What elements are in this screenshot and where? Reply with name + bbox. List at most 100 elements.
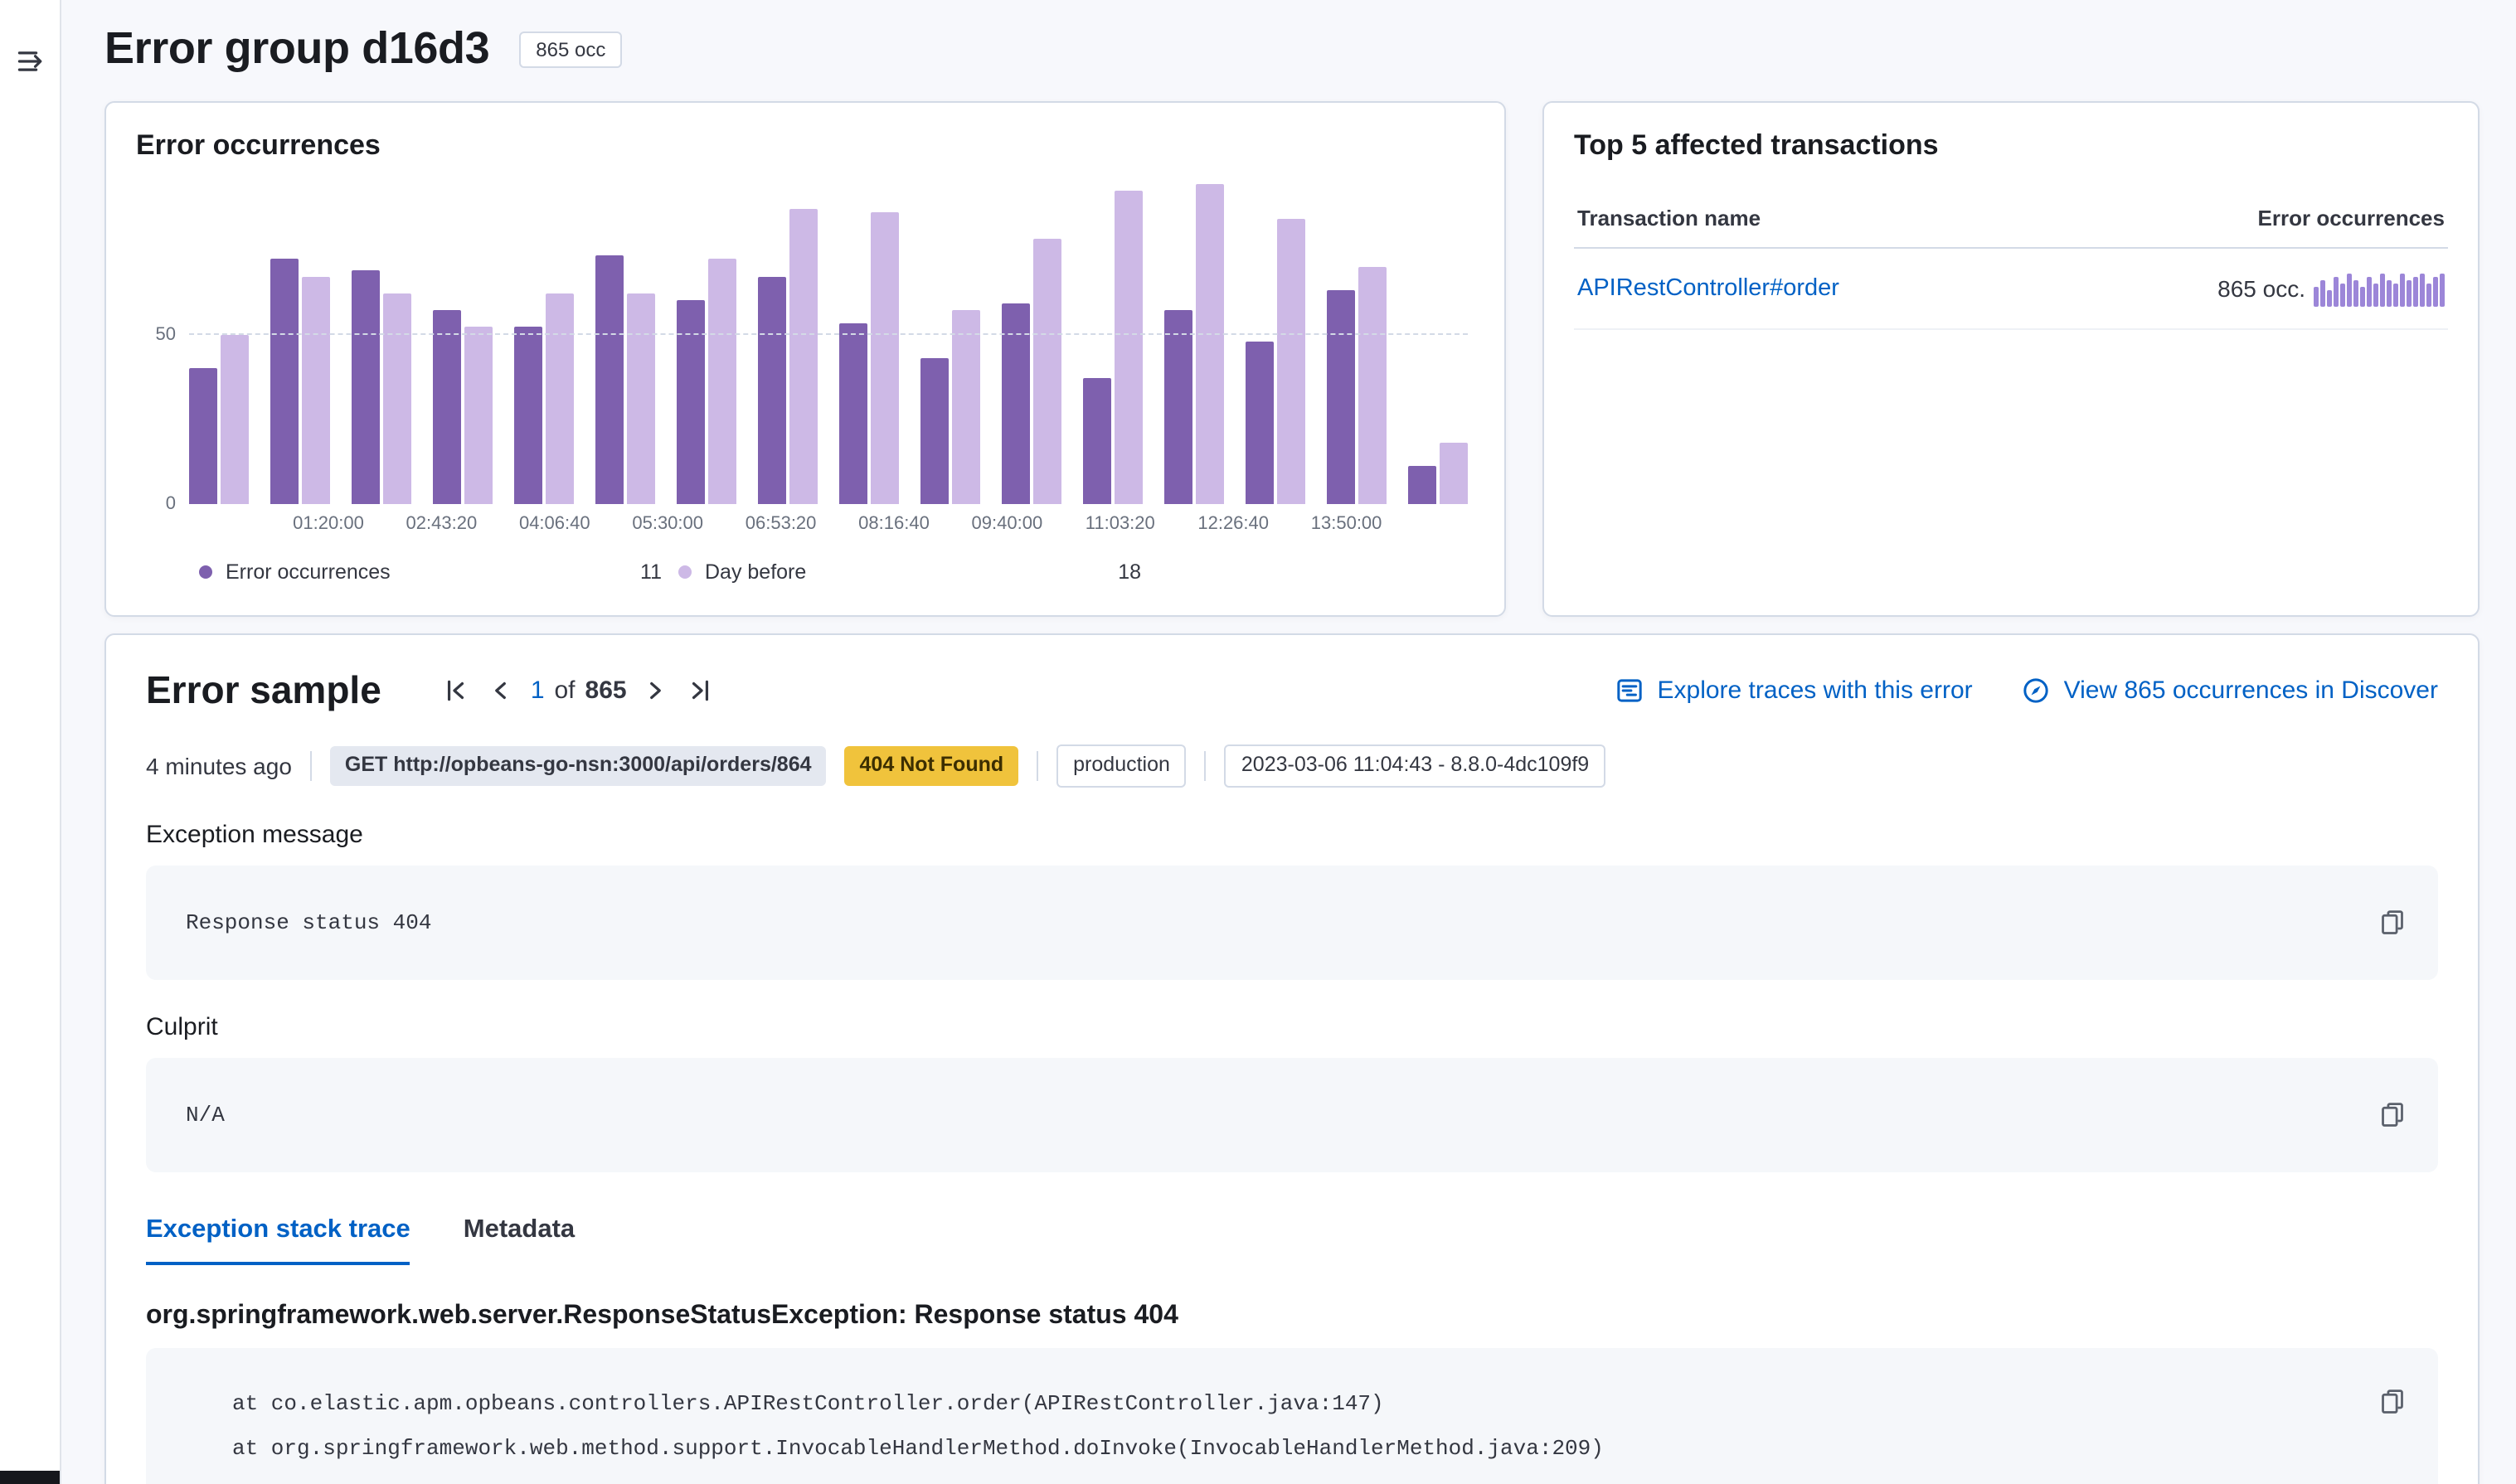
table-row: APIRestController#order 865 occ. xyxy=(1574,249,2448,330)
stack-frame: at co.elastic.apm.opbeans.controllers.AP… xyxy=(186,1380,2398,1425)
legend-dot-day-before xyxy=(678,565,692,579)
transactions-table: Transaction name Error occurrences APIRe… xyxy=(1574,192,2448,330)
pagination-status: 1 of 865 xyxy=(531,676,627,704)
culprit-block: N/A xyxy=(146,1057,2438,1171)
transaction-occurrences-cell: 865 occ. xyxy=(2217,270,2445,307)
separator xyxy=(310,751,312,781)
sparkline-bar xyxy=(2413,277,2418,307)
transactions-table-header: Transaction name Error occurrences xyxy=(1574,192,2448,249)
sparkline-bar xyxy=(2340,284,2345,307)
culprit-label: Culprit xyxy=(146,1012,2438,1040)
tab-exception-stack-trace[interactable]: Exception stack trace xyxy=(146,1215,410,1264)
next-page-button[interactable] xyxy=(642,675,672,705)
sparkline-bar xyxy=(2320,280,2325,307)
sparkline-bar xyxy=(2407,280,2412,307)
bar-pair xyxy=(189,334,249,504)
gridline-50 xyxy=(189,333,1468,335)
legend-item-day-before[interactable]: Day before 18 xyxy=(678,560,1158,584)
copy-button[interactable] xyxy=(2378,907,2408,937)
transactions-panel-title: Top 5 affected transactions xyxy=(1574,129,2448,162)
x-axis-label: 05:30:00 xyxy=(632,514,703,534)
explore-traces-label: Explore traces with this error xyxy=(1658,676,1973,704)
request-url-badge: GET http://opbeans-go-nsn:3000/api/order… xyxy=(330,746,827,785)
bar-error-occurrences xyxy=(352,269,380,504)
tab-metadata[interactable]: Metadata xyxy=(464,1215,575,1264)
bar-day-before xyxy=(1196,185,1224,504)
bar-pair xyxy=(1246,219,1305,504)
expand-menu-button[interactable] xyxy=(17,46,46,76)
bar-pair xyxy=(758,208,818,504)
total-pages: 865 xyxy=(585,676,627,704)
view-in-discover-link[interactable]: View 865 occurrences in Discover xyxy=(2023,676,2438,704)
separator xyxy=(1205,751,1207,781)
legend-label: Day before xyxy=(705,560,806,584)
x-axis-label: 11:03:20 xyxy=(1086,514,1155,534)
clipboard-icon xyxy=(2378,1388,2408,1416)
time-ago: 4 minutes ago xyxy=(146,753,292,779)
stack-trace-block: at co.elastic.apm.opbeans.controllers.AP… xyxy=(146,1347,2438,1484)
sparkline-bar xyxy=(2314,287,2319,307)
sparkline-bar xyxy=(2426,284,2431,307)
separator xyxy=(1037,751,1038,781)
bar-pair xyxy=(1164,185,1224,504)
x-axis-label: 06:53:20 xyxy=(746,514,817,534)
occurrences-chart-title: Error occurrences xyxy=(136,129,1474,162)
bar-day-before xyxy=(789,208,818,504)
x-axis-labels: 01:20:0002:43:2004:06:4005:30:0006:53:20… xyxy=(189,511,1468,541)
y-axis-tick-50: 50 xyxy=(136,325,176,345)
sparkline-bar xyxy=(2400,274,2405,307)
transaction-link[interactable]: APIRestController#order xyxy=(1577,275,1839,302)
view-in-discover-label: View 865 occurrences in Discover xyxy=(2064,676,2438,704)
sparkline-bar xyxy=(2433,277,2438,307)
bar-error-occurrences xyxy=(839,324,867,504)
stack-frame: at org.springframework.web.method.suppor… xyxy=(186,1425,2398,1470)
bar-day-before xyxy=(871,211,899,504)
sparkline-bar xyxy=(2387,280,2392,307)
previous-page-button[interactable] xyxy=(486,675,516,705)
bar-day-before xyxy=(221,334,249,504)
sparkline xyxy=(2314,270,2445,307)
bar-pair xyxy=(352,269,411,504)
legend-value: 11 xyxy=(640,560,662,584)
page-title: Error group d16d3 xyxy=(104,23,489,75)
x-axis-label: 08:16:40 xyxy=(858,514,930,534)
bar-day-before xyxy=(1277,219,1305,504)
column-error-occurrences: Error occurrences xyxy=(2258,206,2445,230)
last-page-button[interactable] xyxy=(687,675,716,705)
column-transaction-name: Transaction name xyxy=(1577,206,1761,230)
bar-pair xyxy=(433,310,493,504)
exception-message-block: Response status 404 xyxy=(146,865,2438,979)
sparkline-bar xyxy=(2353,280,2358,307)
bar-day-before xyxy=(1115,192,1143,504)
bar-day-before xyxy=(464,327,493,504)
page-header: Error group d16d3 865 occ xyxy=(104,23,2480,75)
first-page-button[interactable] xyxy=(441,675,471,705)
bar-error-occurrences xyxy=(189,368,217,504)
app-viewport: Error group d16d3 865 occ Error occurren… xyxy=(0,0,2516,1484)
copy-button[interactable] xyxy=(2378,1387,2408,1417)
discover-compass-icon xyxy=(2023,676,2051,704)
x-axis-label: 12:26:40 xyxy=(1197,514,1269,534)
chart-legend: Error occurrences 11 Day before 18 xyxy=(189,560,1474,584)
copy-button[interactable] xyxy=(2378,1099,2408,1129)
bar-error-occurrences xyxy=(1164,310,1192,504)
sparkline-bar xyxy=(2327,290,2332,307)
bar-day-before xyxy=(302,276,330,504)
x-axis-label: 01:20:00 xyxy=(293,514,364,534)
clipboard-icon xyxy=(2378,1100,2408,1128)
sparkline-bar xyxy=(2367,277,2372,307)
legend-value: 18 xyxy=(1118,560,1141,584)
timestamp-version-badge: 2023-03-06 11:04:43 - 8.8.0-4dc109f9 xyxy=(1225,744,1605,787)
explore-traces-link[interactable]: Explore traces with this error xyxy=(1616,676,1973,704)
culprit-text: N/A xyxy=(186,1102,225,1127)
sample-tabs: Exception stack trace Metadata xyxy=(146,1215,2438,1264)
bar-error-occurrences xyxy=(1083,378,1111,504)
error-occurrences-panel: Error occurrences 50 0 01:20:0002:43:200… xyxy=(104,101,1506,617)
bar-day-before xyxy=(1440,443,1468,504)
bar-pair xyxy=(1083,192,1143,504)
legend-item-error-occurrences[interactable]: Error occurrences 11 xyxy=(199,560,678,584)
x-axis-label: 09:40:00 xyxy=(972,514,1043,534)
bar-day-before xyxy=(1033,239,1061,504)
bar-error-occurrences xyxy=(270,259,299,504)
sparkline-bar xyxy=(2347,274,2352,307)
